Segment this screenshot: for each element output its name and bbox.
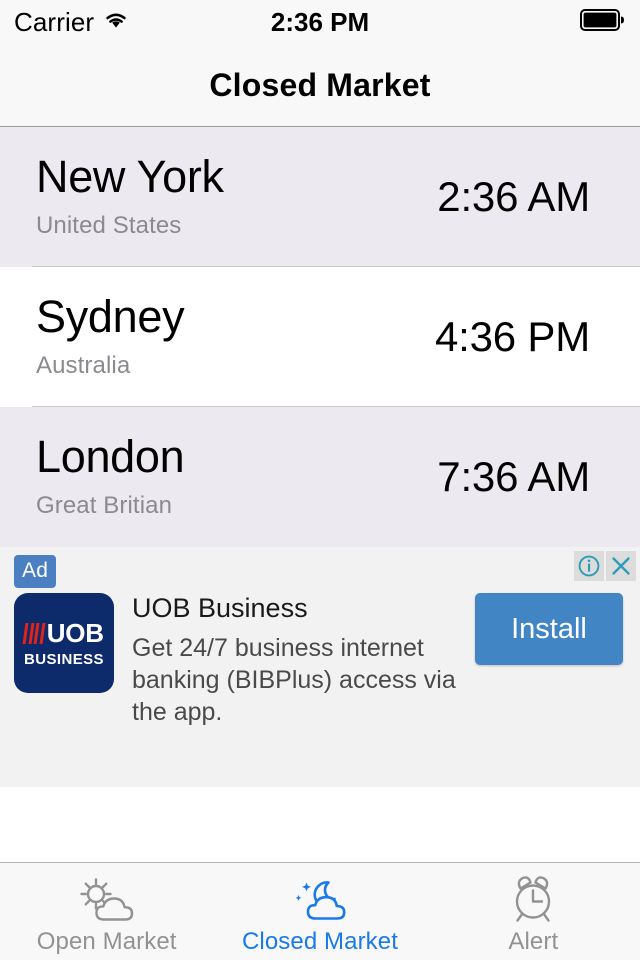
uob-logo-subtext: BUSINESS bbox=[24, 651, 104, 668]
ad-controls bbox=[574, 551, 636, 581]
sun-cloud-icon bbox=[71, 874, 143, 926]
country-name: Great Britian bbox=[36, 492, 173, 520]
tab-open-market[interactable]: Open Market bbox=[0, 863, 213, 960]
uob-logo-icon: UOB BUSINESS bbox=[14, 593, 114, 693]
uob-logo-bars-icon bbox=[22, 623, 46, 644]
page-title: Closed Market bbox=[209, 66, 431, 103]
country-name: United States bbox=[36, 212, 182, 240]
city-name: Sydney bbox=[36, 290, 185, 342]
status-bar: Carrier 2:36 PM bbox=[0, 0, 640, 44]
install-button[interactable]: Install bbox=[475, 593, 623, 665]
market-info: New York United States bbox=[36, 150, 224, 241]
info-icon[interactable] bbox=[574, 551, 604, 581]
alarm-clock-icon bbox=[497, 874, 569, 926]
status-bar-left: Carrier bbox=[14, 7, 129, 38]
tab-bar: Open Market Closed Market Alert bbox=[0, 862, 640, 960]
city-name: London bbox=[36, 430, 185, 482]
uob-logo-wordmark: UOB bbox=[22, 618, 104, 649]
market-list: New York United States 2:36 AM Sydney Au… bbox=[0, 127, 640, 547]
wifi-icon bbox=[103, 10, 129, 35]
table-row[interactable]: London Great Britian 7:36 AM bbox=[0, 407, 640, 547]
local-time: 2:36 AM bbox=[437, 173, 590, 220]
city-name: New York bbox=[36, 150, 224, 202]
moon-cloud-icon bbox=[284, 874, 356, 926]
ad-description: Get 24/7 business internet banking (BIBP… bbox=[132, 634, 456, 727]
tab-label: Open Market bbox=[36, 927, 177, 955]
tab-label: Closed Market bbox=[241, 927, 398, 955]
table-row[interactable]: New York United States 2:36 AM bbox=[0, 127, 640, 267]
ad-badge: Ad bbox=[14, 555, 57, 588]
market-info: Sydney Australia bbox=[36, 290, 185, 381]
country-name: Australia bbox=[36, 352, 131, 380]
navigation-bar: Closed Market bbox=[0, 44, 640, 127]
table-row[interactable]: Sydney Australia 4:36 PM bbox=[0, 267, 640, 407]
market-info: London Great Britian bbox=[36, 430, 185, 521]
tab-closed-market[interactable]: Closed Market bbox=[213, 863, 426, 960]
tab-label: Alert bbox=[508, 927, 559, 955]
uob-logo-text: UOB bbox=[46, 618, 104, 648]
status-bar-right bbox=[580, 8, 626, 36]
carrier-label: Carrier bbox=[14, 6, 95, 37]
battery-full-icon bbox=[580, 8, 626, 36]
local-time: 7:36 AM bbox=[437, 453, 590, 500]
local-time: 4:36 PM bbox=[434, 313, 590, 360]
ad-banner[interactable]: Ad UOB BUSINESS UOB Business Get 24/7 bu… bbox=[0, 547, 640, 787]
close-icon[interactable] bbox=[606, 551, 636, 581]
tab-alert[interactable]: Alert bbox=[427, 863, 640, 960]
